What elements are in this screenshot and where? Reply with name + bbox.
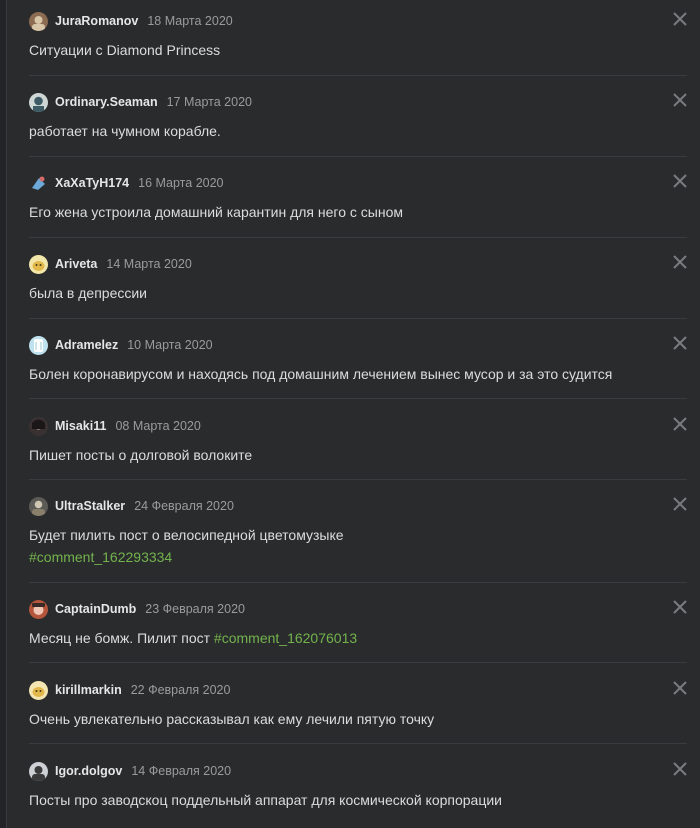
separator	[29, 582, 687, 583]
user-avatar[interactable]	[29, 11, 48, 31]
comment-body: работает на чумном корабле.	[29, 123, 221, 139]
comment-body: Пишет посты о долговой волоките	[29, 447, 253, 463]
separator	[29, 743, 687, 744]
comment-header: XaXaTyH174 16 Марта 2020	[29, 173, 224, 193]
username[interactable]: kirillmarkin	[55, 683, 122, 697]
separator	[29, 479, 687, 480]
separator	[29, 237, 687, 238]
comment-item: Ariveta 14 Марта 2020 была в депрессии	[29, 254, 687, 314]
comment-link[interactable]: #comment_162293334	[29, 549, 172, 565]
user-avatar[interactable]	[29, 173, 48, 193]
username[interactable]: JuraRomanov	[55, 14, 138, 28]
username[interactable]: UltraStalker	[55, 499, 125, 513]
user-avatar[interactable]	[29, 335, 48, 355]
username[interactable]: Igor.dolgov	[55, 764, 122, 778]
comment-date: 17 Марта 2020	[166, 95, 252, 109]
username[interactable]: CaptainDumb	[55, 602, 136, 616]
comment-date: 08 Марта 2020	[115, 419, 201, 433]
comment-text: была в депрессии	[29, 282, 147, 304]
comment-item: Igor.dolgov 14 Февраля 2020 Посты про за…	[29, 761, 687, 821]
comment-text: Болен коронавирусом и находясь под домаш…	[29, 363, 612, 385]
comment-date: 22 Февраля 2020	[130, 683, 231, 697]
comment-date: 16 Марта 2020	[138, 176, 224, 190]
comment-item: CaptainDumb 23 Февраля 2020 Месяц не бом…	[29, 599, 687, 659]
comment-panel: JuraRomanov 18 Марта 2020 Ситуации с Dia…	[6, 0, 700, 828]
comment-text: Будет пилить пост о велосипедной цветому…	[29, 524, 344, 568]
username[interactable]: Ordinary.Seaman	[55, 95, 158, 109]
comment-header: Ariveta 14 Марта 2020	[29, 254, 192, 274]
close-icon[interactable]	[673, 12, 687, 26]
comment-item: Adramelez 10 Марта 2020 Болен коронавиру…	[29, 335, 687, 395]
separator	[29, 318, 687, 319]
user-avatar[interactable]	[29, 761, 48, 781]
close-icon[interactable]	[673, 762, 687, 776]
separator	[29, 398, 687, 399]
close-icon[interactable]	[673, 600, 687, 614]
user-avatar[interactable]	[29, 254, 48, 274]
comment-date: 14 Марта 2020	[106, 257, 192, 271]
comment-text: Его жена устроила домашний карантин для …	[29, 201, 403, 223]
comment-body: Очень увлекательно рассказывал как ему л…	[29, 711, 435, 727]
user-avatar[interactable]	[29, 680, 48, 700]
close-icon[interactable]	[673, 417, 687, 431]
comment-body: Посты про заводскоц поддельный аппарат д…	[29, 792, 502, 808]
comment-text: работает на чумном корабле.	[29, 120, 221, 142]
user-avatar[interactable]	[29, 92, 48, 112]
comment-body: Месяц не бомж. Пилит пост	[29, 630, 214, 646]
comment-header: Adramelez 10 Марта 2020	[29, 335, 213, 355]
close-icon[interactable]	[673, 93, 687, 107]
comment-text: Посты про заводскоц поддельный аппарат д…	[29, 789, 502, 811]
comment-item: JuraRomanov 18 Марта 2020 Ситуации с Dia…	[29, 11, 687, 71]
comment-header: kirillmarkin 22 Февраля 2020	[29, 680, 230, 700]
comment-body: Будет пилить пост о велосипедной цветому…	[29, 527, 344, 543]
close-icon[interactable]	[673, 497, 687, 511]
comment-text: Очень увлекательно рассказывал как ему л…	[29, 708, 434, 730]
comment-text: Ситуации с Diamond Princess	[29, 39, 220, 61]
comment-body: была в депрессии	[29, 285, 148, 301]
comment-link[interactable]: #comment_162076013	[214, 630, 357, 646]
comment-body: Ситуации с Diamond Princess	[29, 42, 221, 58]
user-avatar[interactable]	[29, 496, 48, 516]
comment-body: Его жена устроила домашний карантин для …	[29, 204, 403, 220]
comment-date: 14 Февраля 2020	[131, 764, 232, 778]
separator	[29, 156, 687, 157]
close-icon[interactable]	[673, 255, 687, 269]
comment-date: 10 Марта 2020	[127, 338, 213, 352]
comment-item: UltraStalker 24 Февраля 2020 Будет пилит…	[29, 496, 687, 578]
close-icon[interactable]	[673, 336, 687, 350]
close-icon[interactable]	[673, 174, 687, 188]
close-icon[interactable]	[673, 681, 687, 695]
comment-header: Ordinary.Seaman 17 Марта 2020	[29, 92, 252, 112]
separator	[29, 75, 687, 76]
separator	[29, 662, 687, 663]
comment-item: XaXaTyH174 16 Марта 2020 Его жена устрои…	[29, 173, 687, 233]
username[interactable]: Ariveta	[55, 257, 97, 271]
comment-date: 23 Февраля 2020	[145, 602, 245, 616]
comment-item: Ordinary.Seaman 17 Марта 2020 работает н…	[29, 92, 687, 152]
user-avatar[interactable]	[29, 416, 48, 436]
username[interactable]: Adramelez	[55, 338, 118, 352]
comment-header: JuraRomanov 18 Марта 2020	[29, 11, 233, 31]
comment-text: Месяц не бомж. Пилит пост #comment_16207…	[29, 627, 357, 649]
user-avatar[interactable]	[29, 599, 48, 619]
comment-header: CaptainDumb 23 Февраля 2020	[29, 599, 245, 619]
comment-date: 18 Марта 2020	[147, 14, 233, 28]
comment-header: Misaki11 08 Марта 2020	[29, 416, 201, 436]
comment-item: kirillmarkin 22 Февраля 2020 Очень увлек…	[29, 680, 687, 740]
comment-header: UltraStalker 24 Февраля 2020	[29, 496, 234, 516]
username[interactable]: Misaki11	[55, 419, 106, 433]
comment-text: Пишет посты о долговой волоките	[29, 444, 252, 466]
comment-body: Болен коронавирусом и находясь под домаш…	[29, 366, 613, 382]
comment-header: Igor.dolgov 14 Февраля 2020	[29, 761, 231, 781]
comment-item: Misaki11 08 Марта 2020 Пишет посты о дол…	[29, 416, 687, 476]
username[interactable]: XaXaTyH174	[55, 176, 129, 190]
comment-date: 24 Февраля 2020	[134, 499, 234, 513]
